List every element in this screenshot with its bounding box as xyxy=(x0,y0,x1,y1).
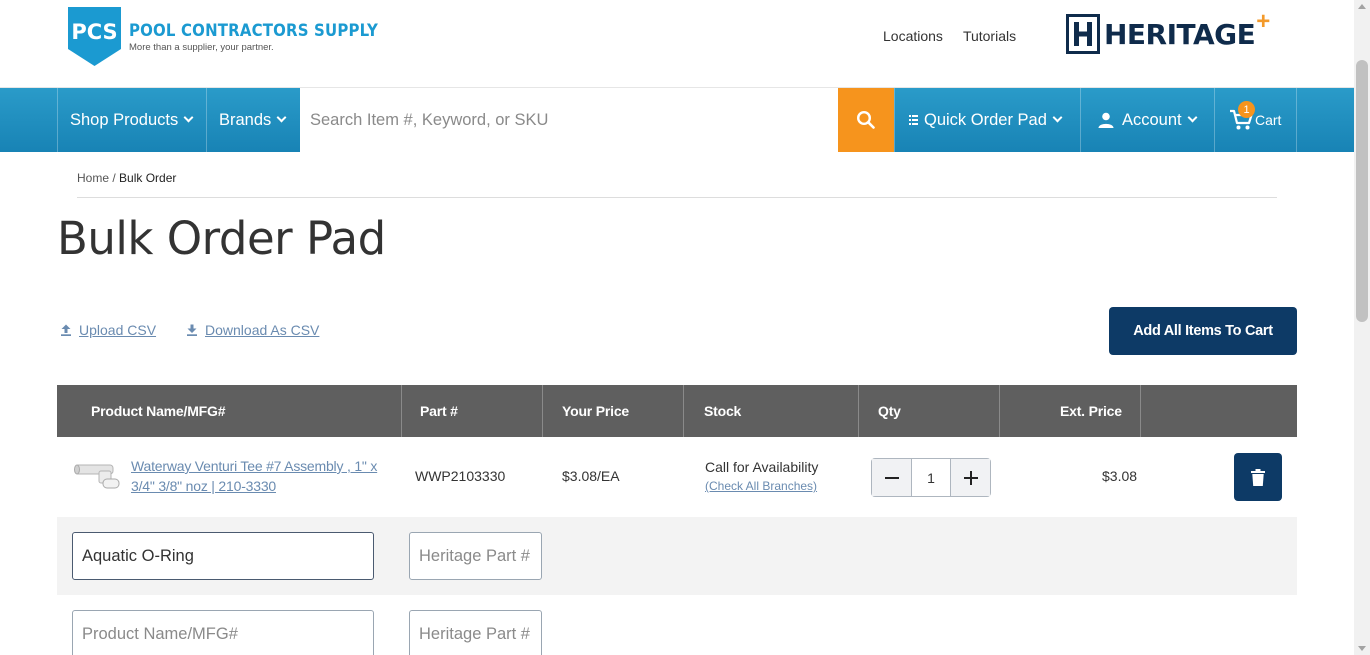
header-product: Product Name/MFG# xyxy=(91,403,226,419)
top-header: PCS POOL CONTRACTORS SUPPLY More than a … xyxy=(0,0,1354,88)
product-name-input[interactable] xyxy=(72,532,374,580)
product-name-link[interactable]: Waterway Venturi Tee #7 Assembly , 1" x … xyxy=(131,456,391,496)
decrease-qty-button[interactable] xyxy=(872,459,911,496)
breadcrumb-separator: / xyxy=(109,171,120,185)
brands-menu[interactable]: Brands xyxy=(206,88,300,152)
breadcrumb-current: Bulk Order xyxy=(119,171,177,185)
shop-products-label: Shop Products xyxy=(70,110,179,129)
heritage-h-icon xyxy=(1066,14,1100,54)
logo-name: POOL CONTRACTORS SUPPLY xyxy=(129,20,378,41)
product-image[interactable] xyxy=(72,459,122,493)
header-divider xyxy=(542,385,543,437)
your-price: $3.08/EA xyxy=(562,468,620,484)
header-divider xyxy=(999,385,1000,437)
page-title: Bulk Order Pad xyxy=(57,212,386,265)
stock-status: Call for Availability xyxy=(705,459,819,475)
cart-count-badge: 1 xyxy=(1238,101,1255,118)
part-number: WWP2103330 xyxy=(415,468,506,484)
quantity-input[interactable] xyxy=(911,459,951,496)
check-branches-link[interactable]: (Check All Branches) xyxy=(705,479,817,493)
delete-item-button[interactable] xyxy=(1234,453,1282,501)
pcs-logo[interactable]: PCS POOL CONTRACTORS SUPPLY More than a … xyxy=(66,5,412,68)
heritage-plus: + xyxy=(1256,8,1271,35)
minus-icon xyxy=(884,476,899,479)
header-part: Part # xyxy=(420,403,458,419)
entry-row xyxy=(57,595,1297,655)
header-qty: Qty xyxy=(878,403,901,419)
search-button[interactable] xyxy=(838,88,894,152)
scroll-down-icon[interactable] xyxy=(1358,646,1366,651)
logo-tagline: More than a supplier, your partner. xyxy=(129,41,274,53)
breadcrumb-divider xyxy=(77,197,1277,198)
download-icon xyxy=(187,324,197,336)
header-stock: Stock xyxy=(704,403,742,419)
header-price: Your Price xyxy=(562,403,629,419)
upload-csv-label: Upload CSV xyxy=(79,322,157,338)
chevron-down-icon xyxy=(1052,112,1063,123)
search-input[interactable] xyxy=(300,88,838,152)
search-icon xyxy=(856,110,875,129)
header-divider xyxy=(1140,385,1141,437)
cart-label: Cart xyxy=(1255,112,1282,128)
chevron-down-icon xyxy=(183,112,194,123)
main-nav: Shop Products Brands Quick Order Pad xyxy=(0,88,1354,152)
menu-dots-icon xyxy=(909,115,918,125)
table-row: Waterway Venturi Tee #7 Assembly , 1" x … xyxy=(57,437,1297,517)
plus-icon xyxy=(963,470,978,485)
user-icon xyxy=(1098,112,1114,128)
chevron-down-icon xyxy=(276,112,287,123)
top-links: Locations Tutorials xyxy=(883,28,1016,44)
quick-order-menu[interactable]: Quick Order Pad xyxy=(894,88,1081,152)
brands-label: Brands xyxy=(219,110,272,129)
entry-row xyxy=(57,517,1297,595)
header-ext-price: Ext. Price xyxy=(1060,403,1122,419)
heritage-part-input[interactable] xyxy=(409,610,542,655)
breadcrumb: Home / Bulk Order xyxy=(77,171,176,185)
cart-link[interactable]: Cart xyxy=(1214,88,1297,152)
table-header: Product Name/MFG# Part # Your Price Stoc… xyxy=(57,385,1297,437)
account-menu[interactable]: Account xyxy=(1080,88,1215,152)
quantity-stepper xyxy=(871,458,991,497)
scroll-up-icon[interactable] xyxy=(1358,4,1366,9)
product-name-input[interactable] xyxy=(72,610,374,655)
search-box xyxy=(300,88,838,152)
download-csv-link[interactable]: Download As CSV xyxy=(186,322,319,338)
account-label: Account xyxy=(1122,110,1182,129)
add-all-to-cart-button[interactable]: Add All Items To Cart xyxy=(1109,307,1297,355)
upload-icon xyxy=(61,324,71,336)
quick-order-label: Quick Order Pad xyxy=(924,110,1047,129)
upload-csv-link[interactable]: Upload CSV xyxy=(60,322,156,338)
heritage-logo[interactable]: HERITAGE + xyxy=(1066,8,1270,54)
increase-qty-button[interactable] xyxy=(951,459,990,496)
ext-price: $3.08 xyxy=(1102,468,1138,484)
heritage-part-input[interactable] xyxy=(409,532,542,580)
tutorials-link[interactable]: Tutorials xyxy=(963,28,1016,44)
header-divider xyxy=(683,385,684,437)
header-divider xyxy=(401,385,402,437)
pcs-badge-icon: PCS xyxy=(68,7,121,66)
locations-link[interactable]: Locations xyxy=(883,28,943,44)
page: PCS POOL CONTRACTORS SUPPLY More than a … xyxy=(0,0,1370,655)
header-divider xyxy=(858,385,859,437)
shop-products-menu[interactable]: Shop Products xyxy=(57,88,207,152)
trash-icon xyxy=(1251,468,1265,486)
download-csv-label: Download As CSV xyxy=(205,322,320,338)
breadcrumb-home[interactable]: Home xyxy=(77,171,109,185)
heritage-logo-text: HERITAGE xyxy=(1104,17,1256,51)
pcs-badge-text: PCS xyxy=(71,20,117,44)
chevron-down-icon xyxy=(1187,112,1198,123)
scrollbar-thumb[interactable] xyxy=(1356,60,1368,322)
